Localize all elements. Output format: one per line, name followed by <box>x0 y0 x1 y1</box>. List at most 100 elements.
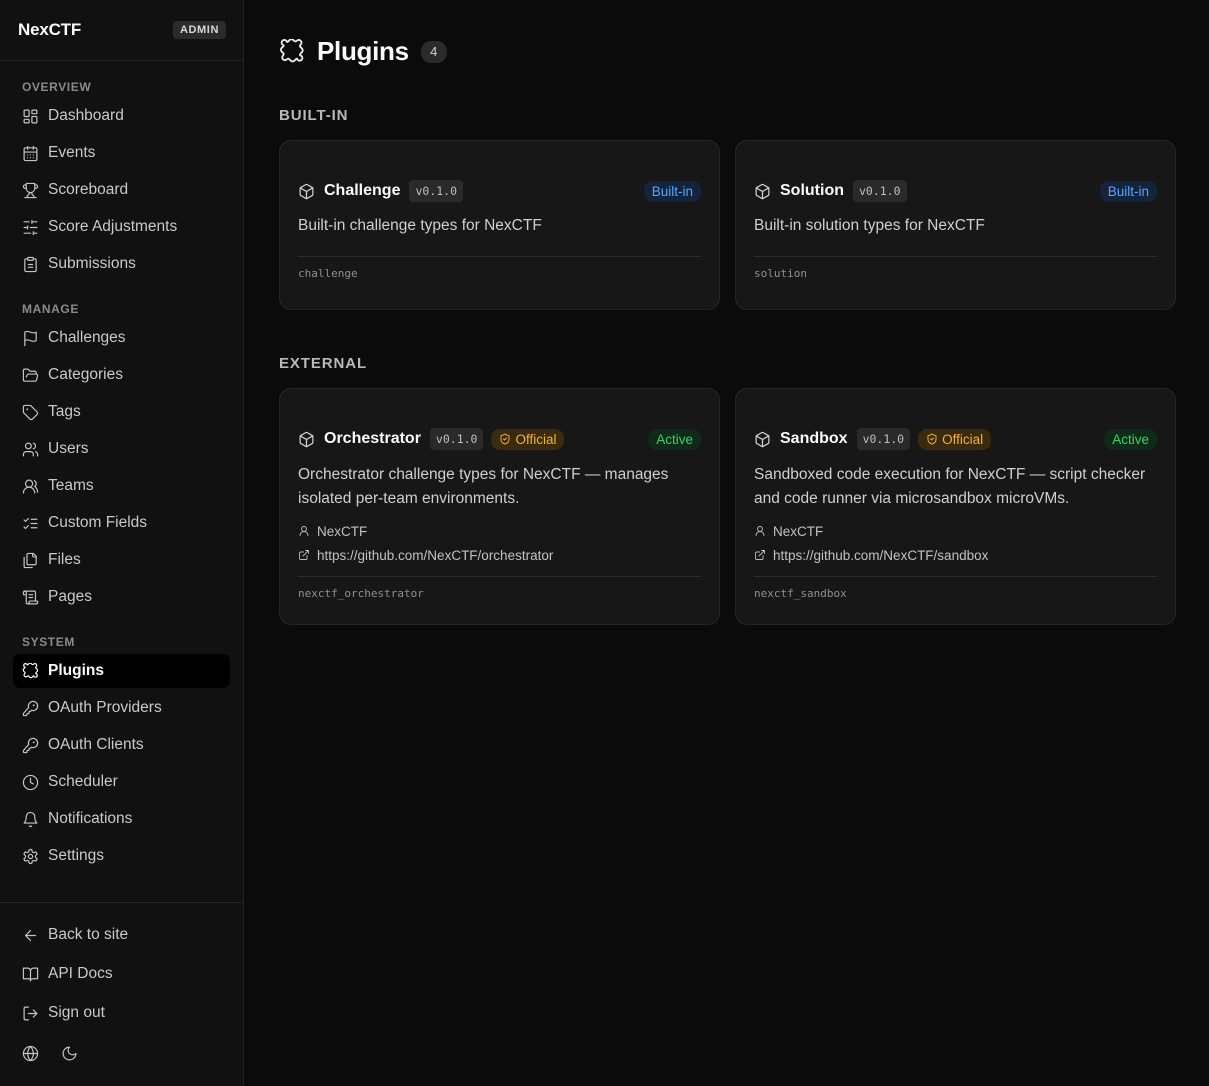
sidebar-item-teams[interactable]: Teams <box>13 469 230 503</box>
shield-check-icon <box>927 433 937 445</box>
sidebar-item-categories[interactable]: Categories <box>13 358 230 392</box>
sidebar-item-label: Custom Fields <box>48 514 148 531</box>
gear-icon <box>23 848 38 864</box>
puzzle-icon <box>280 38 304 62</box>
key-icon <box>22 737 39 753</box>
plugin-version: v0.1.0 <box>852 180 907 202</box>
sidebar-item-label: OAuth Providers <box>48 699 162 716</box>
sidebar-item-oauth-clients[interactable]: OAuth Clients <box>13 728 230 762</box>
sidebar-item-oauth-providers[interactable]: OAuth Providers <box>13 691 230 725</box>
plugin-name: Orchestrator <box>324 430 421 447</box>
plugin-description: Sandboxed code execution for NexCTF — sc… <box>754 466 1146 507</box>
sidebar-item-label: Challenges <box>48 329 126 346</box>
sidebar-utility-icons <box>13 1035 230 1071</box>
plugin-card-header: Orchestrator v0.1.0 Official Active <box>298 426 701 452</box>
plugin-repo-link[interactable]: https://github.com/NexCTF/sandbox <box>773 548 988 563</box>
sign-out-label: Sign out <box>48 1004 105 1021</box>
sidebar-item-label: Score Adjustments <box>48 218 178 235</box>
plugin-author-name: NexCTF <box>773 523 824 539</box>
section-title-builtin: BUILT-IN <box>279 107 349 124</box>
sidebar-item-challenges[interactable]: Challenges <box>13 321 230 355</box>
files-icon <box>23 552 37 568</box>
globe-icon[interactable] <box>22 1045 39 1062</box>
moon-icon[interactable] <box>61 1045 78 1062</box>
sidebar-item-label: Submissions <box>48 255 136 272</box>
sidebar-item-settings[interactable]: Settings <box>13 839 230 873</box>
sidebar-item-label: Settings <box>48 847 105 864</box>
brand-name[interactable]: NexCTF <box>18 20 81 40</box>
sidebar-item-submissions[interactable]: Submissions <box>13 247 230 281</box>
page-title: Plugins <box>317 36 409 66</box>
tag-icon <box>22 404 39 420</box>
plugin-card-orchestrator[interactable]: Orchestrator v0.1.0 Official Active Orch… <box>279 388 720 625</box>
back-to-site-link[interactable]: Back to site <box>13 917 230 953</box>
plugin-card-challenge[interactable]: Challenge v0.1.0 Built-in Built-in chall… <box>279 140 720 310</box>
sidebar-item-label: Dashboard <box>48 107 124 124</box>
sidebar-item-files[interactable]: Files <box>13 543 230 577</box>
sidebar-item-plugins[interactable]: Plugins <box>13 654 230 688</box>
nav-section-overview: OVERVIEW <box>22 80 92 94</box>
arrow-left-icon <box>24 929 37 941</box>
external-link-icon <box>299 550 309 560</box>
sidebar-item-label: Pages <box>48 588 92 605</box>
sidebar-item-dashboard[interactable]: Dashboard <box>13 99 230 133</box>
users-icon <box>22 442 39 456</box>
package-icon <box>755 431 770 447</box>
page-header: Plugins 4 <box>279 36 447 67</box>
list-checks-icon <box>23 517 38 529</box>
plugin-count-badge: 4 <box>420 40 447 63</box>
plugin-id: nexctf_orchestrator <box>298 587 424 600</box>
official-badge: Official <box>491 428 565 450</box>
sidebar-item-users[interactable]: Users <box>13 432 230 466</box>
plugin-name: Challenge <box>324 182 401 199</box>
sidebar-item-pages[interactable]: Pages <box>13 580 230 614</box>
sidebar-item-scheduler[interactable]: Scheduler <box>13 765 230 799</box>
flag-icon <box>24 330 37 346</box>
admin-badge: ADMIN <box>172 21 226 39</box>
section-title-external: EXTERNAL <box>279 355 368 372</box>
package-icon <box>299 183 314 199</box>
plugin-author: NexCTF <box>754 519 1157 543</box>
sidebar-item-events[interactable]: Events <box>13 136 230 170</box>
sidebar-item-score-adjustments[interactable]: Score Adjustments <box>13 210 230 244</box>
package-icon <box>755 183 770 199</box>
sidebar-item-scoreboard[interactable]: Scoreboard <box>13 173 230 207</box>
plugin-id: challenge <box>298 267 358 280</box>
plugin-repo: https://github.com/NexCTF/sandbox <box>754 543 1157 567</box>
sidebar-item-label: Files <box>48 551 81 568</box>
sidebar-nav: OVERVIEW Dashboard Events Scoreboard Sco… <box>0 61 243 873</box>
plugin-description: Built-in challenge types for NexCTF <box>298 217 542 234</box>
package-icon <box>299 431 314 447</box>
sidebar-item-label: Plugins <box>48 662 104 679</box>
team-icon <box>22 479 39 493</box>
plugin-card-solution[interactable]: Solution v0.1.0 Built-in Built-in soluti… <box>735 140 1176 310</box>
plugin-card-sandbox[interactable]: Sandbox v0.1.0 Official Active Sandboxed… <box>735 388 1176 625</box>
back-to-site-label: Back to site <box>48 926 129 943</box>
plugin-author-name: NexCTF <box>317 523 368 539</box>
plugin-version: v0.1.0 <box>409 180 464 202</box>
api-docs-link[interactable]: API Docs <box>13 956 230 992</box>
key-icon <box>22 700 39 716</box>
calendar-icon <box>23 145 38 161</box>
brand-header: NexCTF ADMIN <box>0 0 243 61</box>
plugin-description: Built-in solution types for NexCTF <box>754 217 985 234</box>
trophy-icon <box>22 182 39 198</box>
sidebar-item-label: Categories <box>48 366 123 383</box>
status-badge: Built-in <box>1099 180 1157 202</box>
sidebar-item-tags[interactable]: Tags <box>13 395 230 429</box>
plugin-description: Orchestrator challenge types for NexCTF … <box>298 466 669 507</box>
plugin-name: Solution <box>780 182 844 199</box>
plugin-card-header: Sandbox v0.1.0 Official Active <box>754 426 1157 452</box>
sign-out-button[interactable]: Sign out <box>13 995 230 1031</box>
plugin-card-header: Challenge v0.1.0 Built-in <box>298 178 701 204</box>
sidebar-item-custom-fields[interactable]: Custom Fields <box>13 506 230 540</box>
plugin-card-header: Solution v0.1.0 Built-in <box>754 178 1157 204</box>
plugin-repo-link[interactable]: https://github.com/NexCTF/orchestrator <box>317 548 553 563</box>
sidebar-item-label: Scoreboard <box>48 181 129 198</box>
shield-check-icon <box>500 433 510 445</box>
sidebar-item-notifications[interactable]: Notifications <box>13 802 230 836</box>
status-badge: Active <box>648 428 701 450</box>
sidebar-footer: Back to site API Docs Sign out <box>0 902 243 1071</box>
scroll-text-icon <box>22 590 39 604</box>
bell-icon <box>23 811 38 827</box>
